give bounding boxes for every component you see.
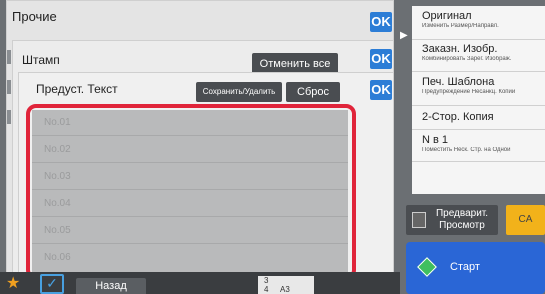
function-item-title: N в 1 xyxy=(422,134,449,146)
list-item[interactable]: No.03 xyxy=(32,164,348,190)
function-item-title: Заказн. Изобр. xyxy=(422,43,498,55)
function-item-title: Печ. Шаблона xyxy=(422,76,495,88)
checkmark-icon[interactable]: ✓ xyxy=(40,274,64,294)
list-item-label: No.06 xyxy=(44,252,71,263)
ok-button-preset-text[interactable]: OK xyxy=(370,80,392,100)
start-icon xyxy=(417,257,437,277)
panel-title-preset-text: Предуст. Текст xyxy=(36,82,118,96)
list-item[interactable]: No.04 xyxy=(32,191,348,217)
function-item-subtitle: Изменить Размер/Направл. xyxy=(422,23,499,29)
ok-button-stamp[interactable]: OK xyxy=(370,49,392,69)
panel-title-stamp: Штамп xyxy=(22,53,60,67)
preview-icon xyxy=(412,212,426,228)
preview-button[interactable]: Предварит. Просмотр xyxy=(406,205,498,235)
paper-tray-indicator: 3 4 A3 xyxy=(258,276,314,294)
list-item-label: No.05 xyxy=(44,225,71,236)
reset-button[interactable]: Сброс xyxy=(286,82,340,102)
back-button[interactable]: Назад xyxy=(76,278,146,294)
function-item-original[interactable]: Оригинал Изменить Размер/Направл. xyxy=(412,6,545,40)
ok-button-other[interactable]: OK xyxy=(370,12,392,32)
tray-number: 3 xyxy=(264,276,269,285)
tray-paper-size: A3 xyxy=(280,285,290,294)
panel-edge-marker xyxy=(7,110,11,124)
list-item-label: No.02 xyxy=(44,144,71,155)
list-item[interactable]: No.01 xyxy=(32,110,348,136)
list-item[interactable]: No.02 xyxy=(32,137,348,163)
preview-label: Предварит. Просмотр xyxy=(435,208,489,231)
function-item-pattern-print[interactable]: Печ. Шаблона Предупреждение Несанкц. Коп… xyxy=(412,72,545,106)
function-item-duplex-copy[interactable]: 2-Стор. Копия xyxy=(412,106,545,130)
function-item-subtitle: Предупреждение Несанкц. Копий xyxy=(422,89,516,95)
list-item-label: No.03 xyxy=(44,171,71,182)
function-item-n-up[interactable]: N в 1 Поместить Неск. Стр. на Одной xyxy=(412,130,545,162)
function-item-custom-image[interactable]: Заказн. Изобр. Комбинировать Зарег. Изоб… xyxy=(412,40,545,72)
function-item-title: 2-Стор. Копия xyxy=(422,111,494,123)
function-list: Оригинал Изменить Размер/Направл. Заказн… xyxy=(412,6,545,194)
panel-edge-marker xyxy=(7,80,11,94)
list-item-label: No.04 xyxy=(44,198,71,209)
start-button[interactable]: Старт xyxy=(406,242,545,294)
list-item[interactable]: No.06 xyxy=(32,245,348,271)
panel-title-other: Прочие xyxy=(12,9,57,24)
function-item-subtitle: Комбинировать Зарег. Изображ. xyxy=(422,56,512,62)
star-icon[interactable]: ★ xyxy=(6,276,20,292)
clear-all-button[interactable]: CA xyxy=(506,205,545,235)
save-delete-button[interactable]: Сохранить/Удалить xyxy=(196,82,282,102)
start-label: Старт xyxy=(450,261,480,273)
preset-text-list: No.01 No.02 No.03 No.04 No.05 No.06 xyxy=(32,110,348,274)
tray-number: 4 xyxy=(264,285,269,294)
function-item-title: Оригинал xyxy=(422,10,472,22)
expand-arrow-icon[interactable]: ▶ xyxy=(398,6,412,46)
panel-edge-marker xyxy=(7,50,11,64)
list-item[interactable]: No.05 xyxy=(32,218,348,244)
function-item-subtitle: Поместить Неск. Стр. на Одной xyxy=(422,147,511,153)
list-item-label: No.01 xyxy=(44,117,71,128)
